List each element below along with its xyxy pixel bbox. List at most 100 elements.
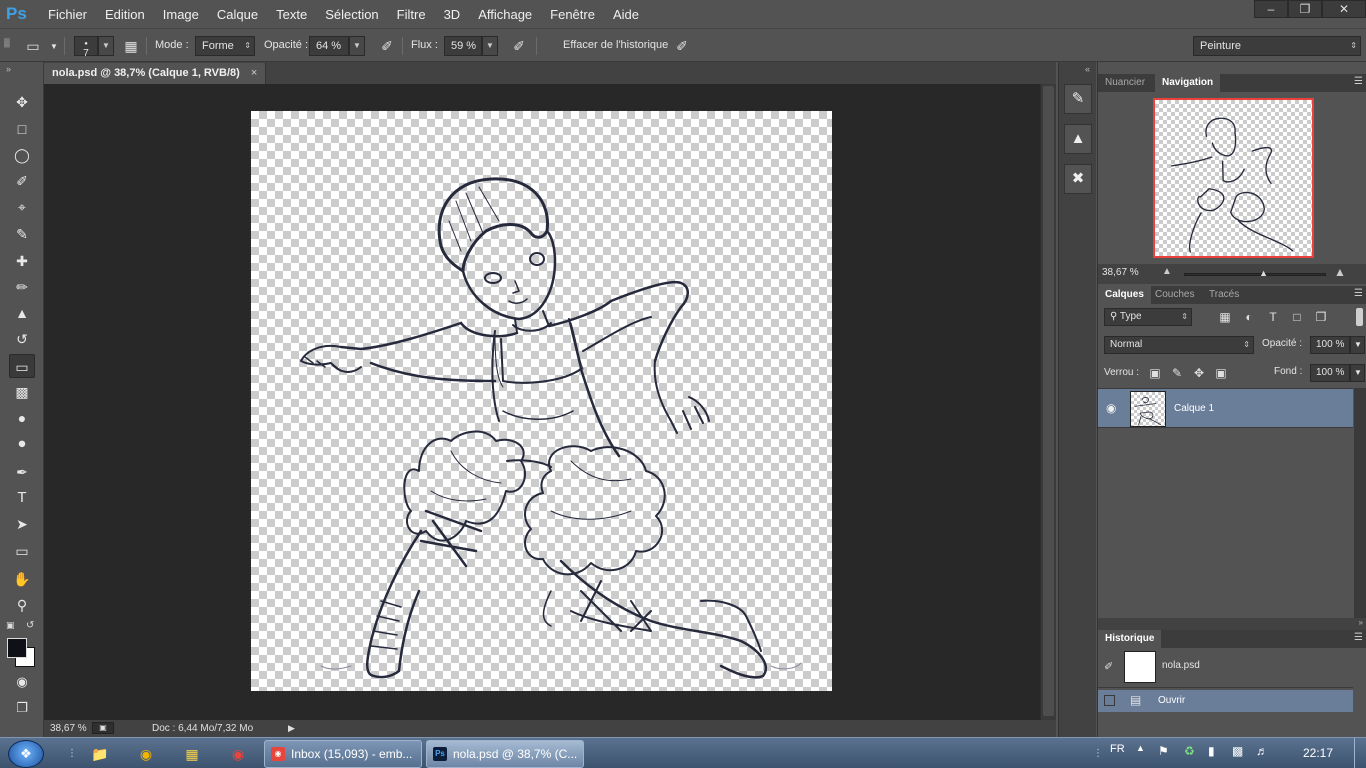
layers-scrollbar[interactable] — [1354, 388, 1366, 618]
rectangle-icon[interactable]: ▭ — [9, 539, 35, 563]
type-filter-icon[interactable]: T — [1264, 308, 1282, 326]
fill-dropdown-icon[interactable]: ▼ — [1350, 364, 1365, 382]
tab-couches[interactable]: Couches — [1148, 286, 1201, 304]
move-icon[interactable]: ✥ — [9, 90, 35, 114]
tray-expand-icon[interactable]: ▲ — [1136, 743, 1145, 753]
brush-preset-picker[interactable]: ● 7 — [74, 36, 98, 59]
brush-preset-dropdown-icon[interactable]: ▼ — [98, 36, 114, 56]
tool-preset-chevron-icon[interactable]: ▼ — [50, 37, 58, 57]
signal-icon[interactable]: ▩ — [1232, 744, 1243, 758]
dock-expand-icon[interactable]: « — [1085, 64, 1090, 74]
gradient-icon[interactable]: ▩ — [9, 380, 35, 404]
scrollbar-thumb[interactable] — [1043, 86, 1054, 716]
menu-texte[interactable]: Texte — [276, 7, 307, 22]
lock-all-icon[interactable]: ▣ — [1212, 364, 1230, 382]
tab-navigation[interactable]: Navigation — [1155, 74, 1221, 92]
vertical-scrollbar[interactable] — [1040, 84, 1056, 720]
status-menu-arrow-icon[interactable]: ▶ — [288, 720, 295, 737]
path-selection-icon[interactable]: ➤ — [9, 512, 35, 536]
volume-icon[interactable]: ♬ — [1256, 744, 1268, 758]
task-inbox[interactable]: ◉ Inbox (15,093) - emb... — [264, 740, 422, 768]
menu-affichage[interactable]: Affichage — [478, 7, 532, 22]
calculator-icon[interactable]: ▦ — [178, 742, 206, 766]
navigator-thumbnail[interactable] — [1153, 98, 1314, 258]
layer-row[interactable]: ◉ Calque 1 — [1098, 388, 1353, 428]
collapse-icon[interactable]: » — [1359, 618, 1363, 627]
history-source-box[interactable] — [1104, 695, 1115, 706]
tool-presets-icon[interactable]: ✖ — [1064, 164, 1092, 194]
layer-opacity-input[interactable]: 100 % — [1310, 336, 1350, 354]
menu-fenetre[interactable]: Fenêtre — [550, 7, 595, 22]
dodge-icon[interactable]: ⚫ — [9, 432, 35, 456]
pressure-size-icon[interactable]: ✐ — [671, 36, 693, 56]
panel-menu-icon[interactable]: ☰ — [1354, 76, 1363, 87]
zoom-level[interactable]: 38,67 % — [50, 720, 87, 737]
foreground-color-swatch[interactable] — [7, 638, 27, 658]
zoom-icon[interactable]: ⚲ — [9, 593, 35, 617]
menu-filtre[interactable]: Filtre — [397, 7, 426, 22]
brush-presets-icon[interactable]: ✎ — [1064, 84, 1092, 114]
document-canvas[interactable] — [251, 111, 832, 691]
minimize-icon[interactable]: – — [1254, 0, 1288, 18]
history-snapshot-row[interactable]: ✐ nola.psd — [1098, 648, 1353, 688]
zoom-slider-track[interactable]: ▲ — [1184, 269, 1326, 278]
eye-icon[interactable]: ◉ — [1106, 401, 1116, 415]
eyedropper-icon[interactable]: ✎ — [9, 222, 35, 246]
stamp-icon[interactable]: ▲ — [9, 301, 35, 325]
screen-mode-icon[interactable]: ❐ — [9, 696, 35, 720]
lasso-icon[interactable]: ◯ — [9, 143, 35, 167]
history-brush-source-icon[interactable]: ✐ — [1104, 660, 1113, 673]
lock-position-icon[interactable]: ✥ — [1190, 364, 1208, 382]
crop-icon[interactable]: ⌖ — [9, 195, 35, 219]
norton-icon[interactable]: ◉ — [132, 742, 160, 766]
workspace-select[interactable]: Peinture ⇕ — [1193, 36, 1361, 56]
pressure-opacity-icon[interactable]: ✐ — [376, 36, 398, 56]
tab-calques[interactable]: Calques — [1098, 286, 1151, 304]
marquee-icon[interactable]: □ — [9, 117, 35, 141]
menu-calque[interactable]: Calque — [217, 7, 258, 22]
panel-collapse-icon[interactable]: » — [6, 64, 11, 74]
lock-image-icon[interactable]: ✎ — [1168, 364, 1186, 382]
clock[interactable]: 22:17 — [1303, 746, 1333, 760]
layer-filter-select[interactable]: ⚲ Type ⇕ — [1104, 308, 1192, 326]
show-desktop-button[interactable] — [1354, 738, 1366, 768]
grip-icon[interactable]: ▓ — [4, 33, 10, 53]
panel-menu-icon[interactable]: ☰ — [1354, 632, 1363, 643]
start-button[interactable]: ❖ — [8, 740, 44, 768]
action-center-icon[interactable]: ⚑ — [1158, 744, 1169, 758]
restore-icon[interactable]: ❐ — [1288, 0, 1322, 18]
brush-panel-icon[interactable]: ▦ — [120, 36, 142, 56]
menu-edition[interactable]: Edition — [105, 7, 145, 22]
swap-colors-icon[interactable]: ↺ — [26, 620, 34, 631]
blend-mode-select[interactable]: Normal ⇕ — [1104, 336, 1254, 354]
power-icon[interactable]: ▮ — [1208, 744, 1215, 758]
default-colors-icon[interactable]: ▣ — [6, 620, 15, 631]
brush-icon[interactable]: ✏ — [9, 275, 35, 299]
menu-3d[interactable]: 3D — [444, 7, 461, 22]
pen-icon[interactable]: ✒ — [9, 460, 35, 484]
task-photoshop[interactable]: Ps nola.psd @ 38,7% (C... — [426, 740, 584, 768]
airbrush-icon[interactable]: ✐ — [508, 36, 530, 56]
explorer-icon[interactable]: 📁 — [86, 742, 114, 766]
healing-icon[interactable]: ✚ — [9, 249, 35, 273]
language-indicator[interactable]: FR — [1110, 743, 1125, 755]
lock-transparency-icon[interactable]: ▣ — [1146, 364, 1164, 382]
menu-image[interactable]: Image — [163, 7, 199, 22]
mode-select[interactable]: Forme ⇕ — [195, 36, 255, 56]
quick-mask-icon[interactable]: ◉ — [9, 670, 35, 694]
opacity-input[interactable]: 64 % — [309, 36, 349, 56]
panel-menu-icon[interactable]: ☰ — [1354, 288, 1363, 299]
document-tab[interactable]: nola.psd @ 38,7% (Calque 1, RVB/8) × — [44, 63, 267, 84]
tab-traces[interactable]: Tracés — [1202, 286, 1246, 304]
close-icon[interactable]: ✕ — [1322, 0, 1366, 18]
type-icon[interactable]: T — [9, 486, 35, 510]
filter-toggle[interactable] — [1356, 308, 1363, 326]
fill-input[interactable]: 100 % — [1310, 364, 1350, 382]
status-preview-icon[interactable]: ▣ — [92, 722, 114, 734]
tab-historique[interactable]: Historique — [1098, 630, 1162, 648]
smart-object-filter-icon[interactable]: ❐ — [1312, 308, 1330, 326]
menu-fichier[interactable]: Fichier — [48, 7, 87, 22]
network-sync-icon[interactable]: ♻ — [1184, 744, 1195, 758]
hand-icon[interactable]: ✋ — [9, 567, 35, 591]
flux-input[interactable]: 59 % — [444, 36, 482, 56]
